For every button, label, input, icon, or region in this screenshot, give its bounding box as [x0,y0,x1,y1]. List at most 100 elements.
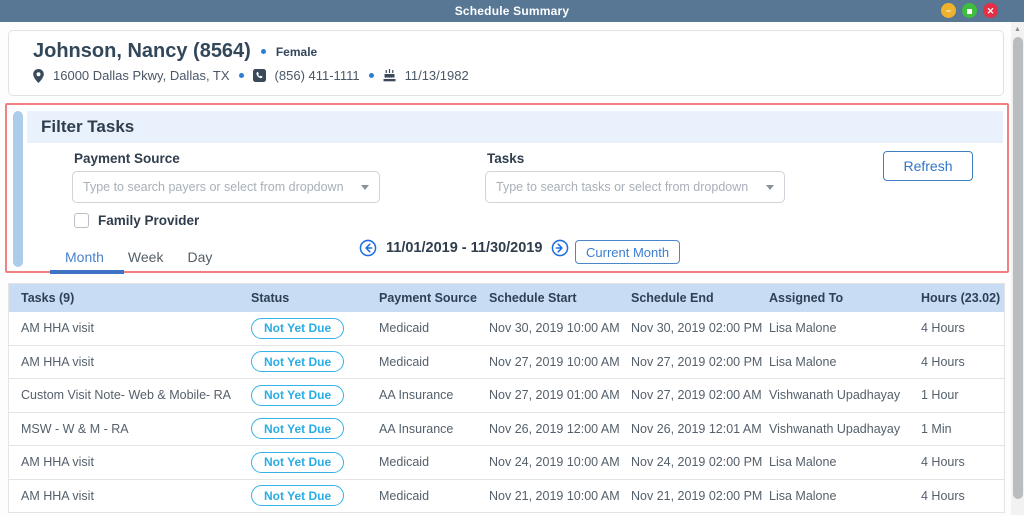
chevron-down-icon [361,184,369,190]
status-cell: Not Yet Due [251,384,379,406]
dot-separator-icon [238,73,244,78]
vertical-scrollbar[interactable]: ▲ [1011,22,1024,515]
minimize-button[interactable]: − [941,3,956,18]
task-cell: AM HHA visit [21,455,94,470]
maximize-button[interactable] [962,3,977,18]
maximize-icon [967,8,972,14]
task-cell: MSW - W & M - RA [21,421,129,436]
patient-summary-card: Johnson, Nancy (8564) Female 16000 Dalla… [8,30,1004,96]
status-cell: Not Yet Due [251,485,379,507]
hours-cell: 4 Hours [921,354,965,369]
family-provider-checkbox[interactable] [74,213,89,228]
schedule-end-cell: Nov 26, 2019 12:01 AM [631,421,762,436]
patient-address: 16000 Dallas Pkwy, Dallas, TX [53,68,230,83]
payment-source-cell: Medicaid [379,488,430,503]
table-header-row: Tasks (9) Status Payment Source Schedule St… [9,284,1004,312]
task-cell: AM HHA visit [21,321,94,336]
schedule-end-cell: Nov 24, 2019 02:00 PM [631,455,763,470]
hours-cell: 1 Hour [921,388,959,403]
assigned-to-cell: Vishwanath Upadhayay [769,421,901,436]
status-badge: Not Yet Due [251,485,345,507]
dot-separator-icon [260,49,266,54]
schedule-end-cell: Nov 21, 2019 02:00 PM [631,488,763,503]
hours-cell: 4 Hours [921,488,965,503]
assigned-to-cell: Lisa Malone [769,455,837,470]
payment-source-cell: Medicaid [379,455,430,470]
dot-separator-icon [368,73,374,78]
assigned-to-cell: Lisa Malone [769,321,837,336]
filter-title: Filter Tasks [41,117,135,136]
scroll-up-arrow-icon[interactable]: ▲ [1011,23,1024,36]
payment-source-cell: AA Insurance [379,421,454,436]
col-hours: Hours (23.02) [921,291,1001,305]
patient-gender: Female [275,44,318,59]
filter-tasks-section: Filter Tasks Payment Source Type to sear… [5,103,1009,274]
phone-icon [252,69,266,82]
tasks-placeholder: Type to search tasks or select from drop… [496,180,749,194]
payment-source-cell: Medicaid [379,321,430,336]
patient-phone: (856) 411-1111 [274,68,360,83]
next-period-arrow-icon[interactable] [551,239,569,257]
status-badge: Not Yet Due [251,384,345,406]
status-cell: Not Yet Due [251,351,379,373]
filter-header: Filter Tasks [27,111,1003,143]
task-cell: AM HHA visit [21,488,94,503]
assigned-to-cell: Lisa Malone [769,488,837,503]
status-cell: Not Yet Due [251,418,379,440]
schedule-end-cell: Nov 30, 2019 02:00 PM [631,321,763,336]
patient-dob: 11/13/1982 [404,68,469,83]
status-badge: Not Yet Due [251,451,345,473]
hours-cell: 4 Hours [921,321,965,336]
tab-month[interactable]: Month [50,243,124,274]
filter-accent-bar [13,111,23,267]
schedule-start-cell: Nov 27, 2019 10:00 AM [489,354,620,369]
family-provider-label: Family Provider [98,213,200,228]
tasks-label: Tasks [487,151,525,166]
tasks-combobox[interactable]: Type to search tasks or select from drop… [485,171,785,203]
location-pin-icon [33,68,44,83]
task-cell: AM HHA visit [21,354,94,369]
scrollbar-thumb[interactable] [1012,37,1023,499]
schedule-end-cell: Nov 27, 2019 02:00 AM [631,388,762,403]
tab-week[interactable]: Week [116,243,176,274]
status-cell: Not Yet Due [251,451,379,473]
table-row[interactable]: Custom Visit Note- Web & Mobile- RA Not … [9,379,1004,413]
col-payment-source: Payment Source [379,291,477,305]
schedule-end-cell: Nov 27, 2019 02:00 PM [631,354,763,369]
table-row[interactable]: AM HHA visit Not Yet Due Medicaid Nov 21… [9,479,1004,513]
previous-period-arrow-icon[interactable] [359,239,377,257]
window-title: Schedule Summary [454,4,570,18]
table-row[interactable]: AM HHA visit Not Yet Due Medicaid Nov 27… [9,345,1004,379]
payment-source-cell: Medicaid [379,354,430,369]
chevron-down-icon [766,184,774,190]
status-badge: Not Yet Due [251,317,345,339]
current-month-button[interactable]: Current Month [575,240,681,264]
table-row[interactable]: MSW - W & M - RA Not Yet Due AA Insuranc… [9,412,1004,446]
col-assigned-to: Assigned To [769,291,844,305]
col-schedule-start: Schedule Start [489,291,577,305]
schedule-start-cell: Nov 26, 2019 12:00 AM [489,421,620,436]
table-row[interactable]: AM HHA visit Not Yet Due Medicaid Nov 24… [9,446,1004,480]
payment-source-cell: AA Insurance [379,388,454,403]
refresh-button[interactable]: Refresh [883,151,973,181]
window-titlebar: Schedule Summary − ✕ [0,0,1024,22]
payment-source-placeholder: Type to search payers or select from dro… [83,180,344,194]
table-row[interactable]: AM HHA visit Not Yet Due Medicaid Nov 30… [9,312,1004,346]
hours-cell: 1 Min [921,421,952,436]
tab-day[interactable]: Day [175,243,224,274]
status-badge: Not Yet Due [251,351,345,373]
task-cell: Custom Visit Note- Web & Mobile- RA [21,388,232,403]
schedule-start-cell: Nov 24, 2019 10:00 AM [489,455,620,470]
hours-cell: 4 Hours [921,455,965,470]
date-range-label: 11/01/2019 - 11/30/2019 [386,240,543,256]
view-tabs: Month Week Day [50,243,224,274]
family-provider-row: Family Provider [74,213,199,228]
col-status: Status [251,291,290,305]
assigned-to-cell: Lisa Malone [769,354,837,369]
col-schedule-end: Schedule End [631,291,714,305]
tasks-table: Tasks (9) Status Payment Source Schedule St… [8,283,1005,513]
close-button[interactable]: ✕ [983,3,998,18]
payment-source-label: Payment Source [74,151,180,166]
window-controls: − ✕ [941,3,998,18]
payment-source-combobox[interactable]: Type to search payers or select from dro… [72,171,380,203]
